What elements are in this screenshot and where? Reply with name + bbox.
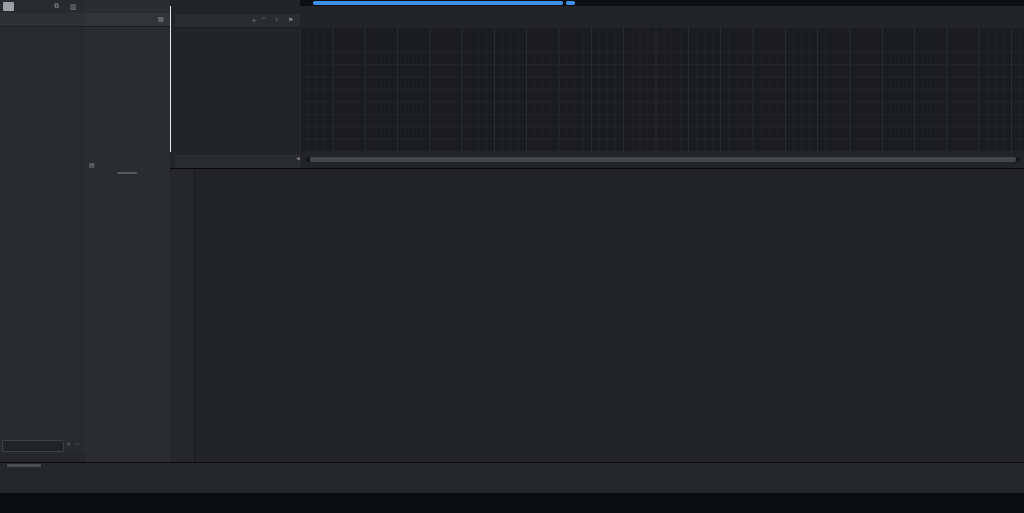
remove-marker-icon[interactable]: − <box>262 16 266 22</box>
panel-grip[interactable] <box>117 172 137 174</box>
filter-options-icon[interactable]: ⋯ <box>74 441 80 448</box>
arrange-footer <box>175 155 300 168</box>
mixer-strips <box>194 169 1024 463</box>
h-scrollbar-thumb[interactable] <box>310 157 1016 162</box>
mixer-sidebar <box>170 169 195 463</box>
track-list-header <box>0 13 85 27</box>
inspector-channel-strip <box>85 213 170 462</box>
meter-panel-icon[interactable]: ▥ <box>70 3 77 11</box>
playhead <box>170 6 171 152</box>
notes-icon[interactable]: ▤ <box>89 162 95 169</box>
marker-flag-icon[interactable]: ⚑ <box>288 17 293 24</box>
transport-bar <box>0 493 1024 513</box>
transport-panel <box>0 462 1024 513</box>
scrollbar-left-arrow[interactable]: ◀ <box>296 156 300 162</box>
zoom-range-blip[interactable] <box>566 1 575 5</box>
duplicate-window-icon[interactable]: ⧉ <box>54 3 59 11</box>
marker-lane-header: ＋ − ♪ ⚑ <box>175 14 300 28</box>
clip-area[interactable] <box>300 28 1024 152</box>
inspector-panel: ▤ ▤ <box>85 0 171 462</box>
keyboard-icon[interactable]: ▤ <box>158 16 164 23</box>
arrange-toolbar <box>170 0 300 14</box>
timeline-ruler[interactable] <box>300 6 1024 14</box>
main-menu-icon[interactable] <box>3 2 14 11</box>
transport-option-groups <box>0 467 1024 493</box>
inspector-title-row: ▤ <box>85 13 170 27</box>
arrange-view: ＋ − ♪ ⚑ ◀ <box>170 0 1024 168</box>
inspector-io <box>85 178 170 212</box>
metronome-track-icon[interactable]: ♪ <box>275 17 278 23</box>
track-rows <box>0 28 85 262</box>
studio-one-window: ⧉ ▥ ✕ ⋯ ▤ ▤ ＋ − ♪ ⚑ <box>0 0 1024 513</box>
mixer-panel <box>170 168 1024 463</box>
clear-filter-icon[interactable]: ✕ <box>66 441 71 448</box>
marker-lane[interactable] <box>300 14 1024 29</box>
track-list-panel: ⧉ ▥ ✕ ⋯ <box>0 0 86 462</box>
zoom-range-thumb[interactable] <box>313 1 563 5</box>
inspector-params <box>85 28 170 162</box>
arrange-track-headers <box>175 28 300 152</box>
filter-input[interactable] <box>2 440 64 452</box>
add-marker-icon[interactable]: ＋ <box>251 16 257 25</box>
